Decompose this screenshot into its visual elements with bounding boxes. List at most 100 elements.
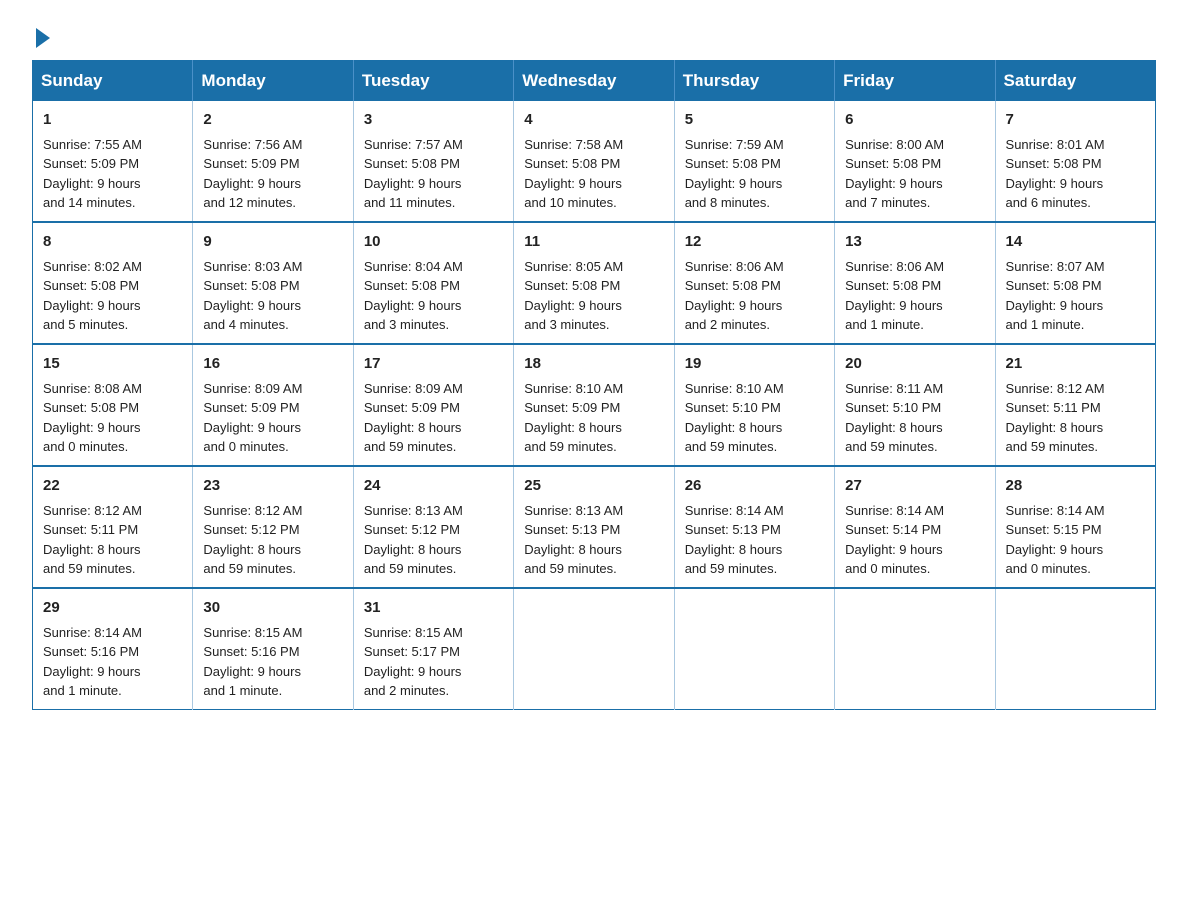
day-number: 13 <box>845 231 984 253</box>
calendar-cell: 26 Sunrise: 8:14 AMSunset: 5:13 PMDayligh… <box>674 466 834 588</box>
day-info: Sunrise: 8:10 AMSunset: 5:09 PMDaylight:… <box>524 381 623 455</box>
calendar-cell: 3Sunrise: 7:57 AMSunset: 5:08 PMDaylight… <box>353 101 513 222</box>
calendar-cell: 8 Sunrise: 8:02 AMSunset: 5:08 PMDaylight… <box>33 222 193 344</box>
day-info: Sunrise: 8:15 AMSunset: 5:17 PMDaylight:… <box>364 625 463 699</box>
calendar-cell <box>514 588 674 710</box>
day-info: Sunrise: 8:14 AMSunset: 5:13 PMDaylight:… <box>685 503 784 577</box>
calendar-cell: 6 Sunrise: 8:00 AMSunset: 5:08 PMDaylight… <box>835 101 995 222</box>
day-number: 16 <box>203 353 342 375</box>
header-monday: Monday <box>193 61 353 102</box>
header-wednesday: Wednesday <box>514 61 674 102</box>
day-number: 6 <box>845 109 984 131</box>
day-number: 31 <box>364 597 503 619</box>
day-number: 23 <box>203 475 342 497</box>
day-number: 8 <box>43 231 182 253</box>
day-info: Sunrise: 8:02 AMSunset: 5:08 PMDaylight:… <box>43 259 142 333</box>
calendar-cell <box>995 588 1155 710</box>
calendar-cell: 31 Sunrise: 8:15 AMSunset: 5:17 PMDayligh… <box>353 588 513 710</box>
calendar-cell: 5 Sunrise: 7:59 AMSunset: 5:08 PMDaylight… <box>674 101 834 222</box>
calendar-week-row: 8 Sunrise: 8:02 AMSunset: 5:08 PMDaylight… <box>33 222 1156 344</box>
day-number: 22 <box>43 475 182 497</box>
day-info: Sunrise: 8:14 AMSunset: 5:15 PMDaylight:… <box>1006 503 1105 577</box>
calendar-cell: 22 Sunrise: 8:12 AMSunset: 5:11 PMDayligh… <box>33 466 193 588</box>
day-info: Sunrise: 8:14 AMSunset: 5:16 PMDaylight:… <box>43 625 142 699</box>
calendar-week-row: 1 Sunrise: 7:55 AMSunset: 5:09 PMDaylight… <box>33 101 1156 222</box>
calendar-cell: 23Sunrise: 8:12 AMSunset: 5:12 PMDayligh… <box>193 466 353 588</box>
day-number: 30 <box>203 597 342 619</box>
day-number: 1 <box>43 109 182 131</box>
day-number: 21 <box>1006 353 1145 375</box>
calendar-week-row: 22 Sunrise: 8:12 AMSunset: 5:11 PMDayligh… <box>33 466 1156 588</box>
day-number: 10 <box>364 231 503 253</box>
day-number: 15 <box>43 353 182 375</box>
day-info: Sunrise: 8:01 AMSunset: 5:08 PMDaylight:… <box>1006 137 1105 211</box>
calendar-cell: 9 Sunrise: 8:03 AMSunset: 5:08 PMDaylight… <box>193 222 353 344</box>
calendar-cell: 17 Sunrise: 8:09 AMSunset: 5:09 PMDayligh… <box>353 344 513 466</box>
calendar-cell: 7Sunrise: 8:01 AMSunset: 5:08 PMDaylight… <box>995 101 1155 222</box>
day-info: Sunrise: 8:00 AMSunset: 5:08 PMDaylight:… <box>845 137 944 211</box>
day-info: Sunrise: 8:06 AMSunset: 5:08 PMDaylight:… <box>845 259 944 333</box>
calendar-cell: 30 Sunrise: 8:15 AMSunset: 5:16 PMDayligh… <box>193 588 353 710</box>
calendar-cell: 10 Sunrise: 8:04 AMSunset: 5:08 PMDayligh… <box>353 222 513 344</box>
calendar-cell: 19 Sunrise: 8:10 AMSunset: 5:10 PMDayligh… <box>674 344 834 466</box>
calendar-cell: 1 Sunrise: 7:55 AMSunset: 5:09 PMDaylight… <box>33 101 193 222</box>
day-info: Sunrise: 8:12 AMSunset: 5:11 PMDaylight:… <box>1006 381 1105 455</box>
calendar-cell <box>835 588 995 710</box>
header-sunday: Sunday <box>33 61 193 102</box>
day-number: 25 <box>524 475 663 497</box>
calendar-cell: 21 Sunrise: 8:12 AMSunset: 5:11 PMDayligh… <box>995 344 1155 466</box>
day-info: Sunrise: 7:56 AMSunset: 5:09 PMDaylight:… <box>203 137 302 211</box>
day-number: 17 <box>364 353 503 375</box>
calendar-week-row: 29 Sunrise: 8:14 AMSunset: 5:16 PMDayligh… <box>33 588 1156 710</box>
day-info: Sunrise: 8:04 AMSunset: 5:08 PMDaylight:… <box>364 259 463 333</box>
day-number: 18 <box>524 353 663 375</box>
calendar-cell: 13 Sunrise: 8:06 AMSunset: 5:08 PMDayligh… <box>835 222 995 344</box>
day-info: Sunrise: 8:07 AMSunset: 5:08 PMDaylight:… <box>1006 259 1105 333</box>
header-tuesday: Tuesday <box>353 61 513 102</box>
calendar-table: SundayMondayTuesdayWednesdayThursdayFrid… <box>32 60 1156 710</box>
day-info: Sunrise: 8:03 AMSunset: 5:08 PMDaylight:… <box>203 259 302 333</box>
header-thursday: Thursday <box>674 61 834 102</box>
day-info: Sunrise: 8:13 AMSunset: 5:12 PMDaylight:… <box>364 503 463 577</box>
header-friday: Friday <box>835 61 995 102</box>
day-info: Sunrise: 8:06 AMSunset: 5:08 PMDaylight:… <box>685 259 784 333</box>
day-info: Sunrise: 8:11 AMSunset: 5:10 PMDaylight:… <box>845 381 943 455</box>
day-info: Sunrise: 8:10 AMSunset: 5:10 PMDaylight:… <box>685 381 784 455</box>
day-info: Sunrise: 8:09 AMSunset: 5:09 PMDaylight:… <box>364 381 463 455</box>
calendar-cell: 18 Sunrise: 8:10 AMSunset: 5:09 PMDayligh… <box>514 344 674 466</box>
day-number: 14 <box>1006 231 1145 253</box>
calendar-header-row: SundayMondayTuesdayWednesdayThursdayFrid… <box>33 61 1156 102</box>
calendar-cell: 14 Sunrise: 8:07 AMSunset: 5:08 PMDayligh… <box>995 222 1155 344</box>
day-number: 9 <box>203 231 342 253</box>
day-number: 12 <box>685 231 824 253</box>
calendar-cell: 29 Sunrise: 8:14 AMSunset: 5:16 PMDayligh… <box>33 588 193 710</box>
day-info: Sunrise: 7:55 AMSunset: 5:09 PMDaylight:… <box>43 137 142 211</box>
day-number: 2 <box>203 109 342 131</box>
day-info: Sunrise: 7:59 AMSunset: 5:08 PMDaylight:… <box>685 137 784 211</box>
day-number: 26 <box>685 475 824 497</box>
calendar-cell: 24 Sunrise: 8:13 AMSunset: 5:12 PMDayligh… <box>353 466 513 588</box>
logo <box>32 24 50 44</box>
day-number: 29 <box>43 597 182 619</box>
day-info: Sunrise: 8:14 AMSunset: 5:14 PMDaylight:… <box>845 503 944 577</box>
day-info: Sunrise: 8:05 AMSunset: 5:08 PMDaylight:… <box>524 259 623 333</box>
calendar-cell: 15Sunrise: 8:08 AMSunset: 5:08 PMDayligh… <box>33 344 193 466</box>
calendar-cell: 4Sunrise: 7:58 AMSunset: 5:08 PMDaylight… <box>514 101 674 222</box>
day-info: Sunrise: 8:13 AMSunset: 5:13 PMDaylight:… <box>524 503 623 577</box>
calendar-cell: 11 Sunrise: 8:05 AMSunset: 5:08 PMDayligh… <box>514 222 674 344</box>
day-info: Sunrise: 7:58 AMSunset: 5:08 PMDaylight:… <box>524 137 623 211</box>
calendar-cell: 16 Sunrise: 8:09 AMSunset: 5:09 PMDayligh… <box>193 344 353 466</box>
day-number: 19 <box>685 353 824 375</box>
day-number: 11 <box>524 231 663 253</box>
day-info: Sunrise: 8:09 AMSunset: 5:09 PMDaylight:… <box>203 381 302 455</box>
day-number: 5 <box>685 109 824 131</box>
calendar-cell: 27Sunrise: 8:14 AMSunset: 5:14 PMDayligh… <box>835 466 995 588</box>
day-number: 20 <box>845 353 984 375</box>
day-number: 24 <box>364 475 503 497</box>
calendar-cell: 12 Sunrise: 8:06 AMSunset: 5:08 PMDayligh… <box>674 222 834 344</box>
day-info: Sunrise: 8:15 AMSunset: 5:16 PMDaylight:… <box>203 625 302 699</box>
calendar-cell <box>674 588 834 710</box>
calendar-cell: 28Sunrise: 8:14 AMSunset: 5:15 PMDayligh… <box>995 466 1155 588</box>
day-info: Sunrise: 8:12 AMSunset: 5:11 PMDaylight:… <box>43 503 142 577</box>
calendar-cell: 20 Sunrise: 8:11 AMSunset: 5:10 PMDayligh… <box>835 344 995 466</box>
